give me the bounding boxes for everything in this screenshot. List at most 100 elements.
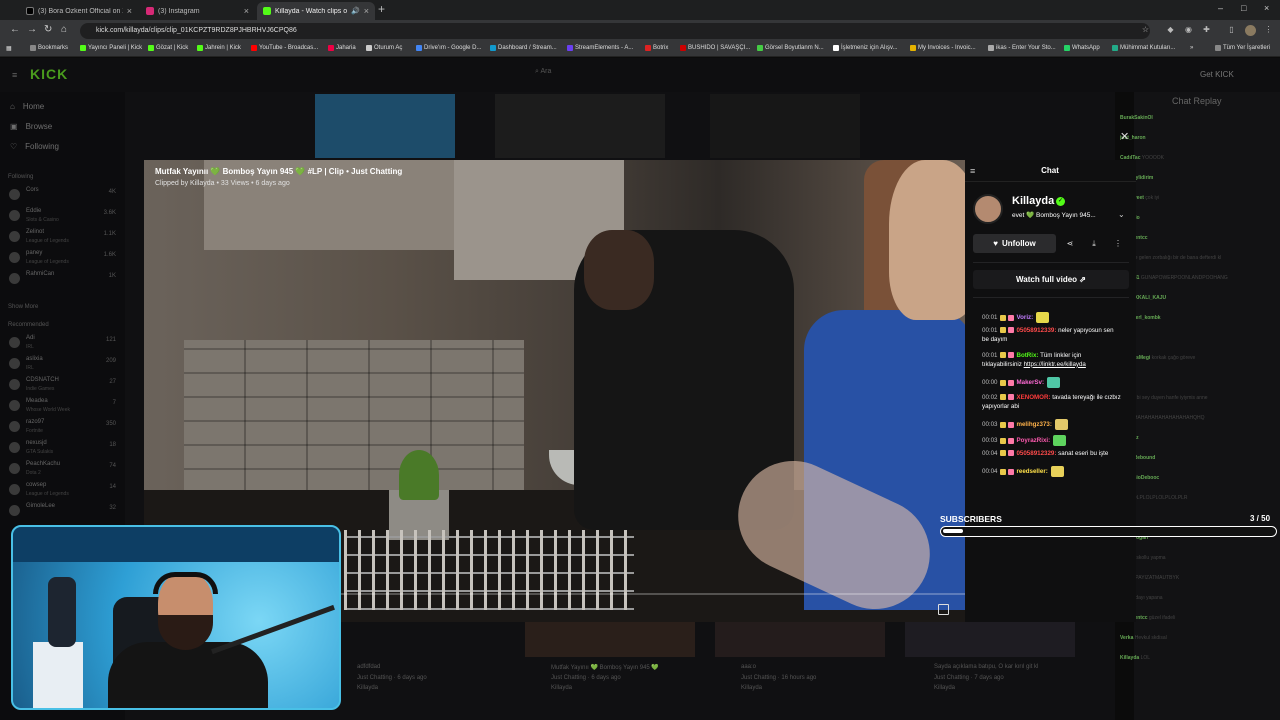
bookmark-item[interactable]: ikas - Enter Your Sto... bbox=[988, 45, 1056, 51]
bookmark-item[interactable]: Oturum Aç bbox=[366, 45, 402, 51]
close-tab-icon[interactable]: × bbox=[127, 6, 132, 16]
star-icon[interactable]: ☆ bbox=[1140, 25, 1151, 36]
hamburger-icon[interactable]: ≡ bbox=[12, 70, 17, 80]
message-username[interactable]: PoyrazRixi: bbox=[1016, 437, 1050, 444]
sidebar-following[interactable]: ♡ Following bbox=[10, 142, 59, 151]
message-link[interactable]: https://linktr.ee/killayda bbox=[1024, 361, 1086, 368]
share-icon[interactable]: ⋖ bbox=[1061, 235, 1079, 252]
close-tab-icon[interactable]: × bbox=[244, 6, 249, 16]
bookmark-item[interactable]: Görsel Boyutlanm N... bbox=[757, 45, 824, 51]
sidebar-channel[interactable]: GimoleLee 32 bbox=[8, 502, 120, 524]
bookmark-item[interactable]: WhatsApp bbox=[1064, 45, 1100, 51]
kebab-menu-icon[interactable]: ⋮ bbox=[1263, 25, 1274, 36]
bookmark-item[interactable]: Mühimmat Kutuları... bbox=[1112, 45, 1175, 51]
bg-card-title[interactable]: aaa:o bbox=[741, 664, 756, 670]
message-username[interactable]: 05058912339: bbox=[1016, 327, 1056, 334]
browser-tab-0[interactable]: (3) Bora Özkent Official on X: " × bbox=[20, 2, 138, 20]
bookmark-item[interactable]: Bookmarks bbox=[30, 45, 68, 51]
search-input[interactable]: ⌕ Ara bbox=[535, 68, 725, 82]
sidebar-channel[interactable]: CDSNATCH Indie Games 27 bbox=[8, 376, 120, 398]
sidebar-channel[interactable]: RahmiCan 1K bbox=[8, 270, 120, 292]
bookmark-item[interactable]: Dashboard / Stream... bbox=[490, 45, 557, 51]
browser-tab-1[interactable]: (3) Instagram × bbox=[140, 2, 255, 20]
bg-card-title[interactable]: Sayda açıklama batıpu, O kar kırıl git k… bbox=[934, 664, 1038, 670]
bookmark-item[interactable]: BUSHIDO | SAVAŞÇI... bbox=[680, 45, 750, 51]
bookmark-item[interactable]: Gözat | Kick bbox=[148, 45, 188, 51]
speaker-icon[interactable]: 🔊 bbox=[351, 7, 360, 15]
all-bookmarks[interactable]: Tüm Yer İşaretleri bbox=[1215, 45, 1270, 51]
divider bbox=[973, 297, 1129, 298]
more-bookmarks-icon[interactable]: » bbox=[1190, 45, 1193, 51]
bookmark-item[interactable]: Drive'ım - Google D... bbox=[416, 45, 482, 51]
sidebar-channel[interactable]: cowsep League of Legends 14 bbox=[8, 481, 120, 503]
close-tab-icon[interactable]: × bbox=[364, 6, 369, 16]
message-username[interactable]: Voriz: bbox=[1016, 314, 1033, 321]
maximize-icon[interactable]: □ bbox=[1241, 3, 1246, 13]
more-options-icon[interactable]: ⋮ bbox=[1109, 235, 1127, 252]
fullscreen-icon[interactable] bbox=[938, 604, 949, 615]
reload-icon[interactable]: ↻ bbox=[44, 24, 52, 35]
unfollow-button[interactable]: ♥ Unfollow bbox=[973, 234, 1056, 253]
bookmark-item[interactable]: StreamElements - A... bbox=[567, 45, 633, 51]
bookmark-item[interactable]: Botrix bbox=[645, 45, 668, 51]
sidebar-channel[interactable]: razo97 Fortnite 350 bbox=[8, 418, 120, 440]
new-tab-button[interactable]: + bbox=[378, 2, 385, 16]
badge-icon bbox=[1000, 352, 1007, 359]
sidebar-channel[interactable]: Adi IRL 121 bbox=[8, 334, 120, 356]
sidebar-channel[interactable]: paney League of Legends 1.6K bbox=[8, 249, 120, 271]
sidebar-channel[interactable]: PeachKachu Dota 2 74 bbox=[8, 460, 120, 482]
bookmark-item[interactable]: Yayıncı Paneli | Kick bbox=[80, 45, 142, 51]
sidebar-channel[interactable]: nexusjd GTA Sulakis 18 bbox=[8, 439, 120, 461]
bookmark-item[interactable]: Jaharia bbox=[328, 45, 356, 51]
close-modal-icon[interactable]: ✕ bbox=[1120, 130, 1129, 143]
bookmark-item[interactable]: Jahrein | Kick bbox=[197, 45, 241, 51]
bg-card-title[interactable]: Mutfak Yayınıı 💚 Bomboş Yayın 945 💚 bbox=[551, 664, 659, 671]
sidepanel-icon[interactable]: ▯ bbox=[1226, 25, 1237, 36]
sidebar-channel[interactable]: aslixia IRL 209 bbox=[8, 355, 120, 377]
bookmark-item[interactable]: My Invoices - Invoic... bbox=[910, 45, 976, 51]
bg-card-channel[interactable]: Killayda bbox=[741, 685, 762, 691]
back-icon[interactable]: ← bbox=[10, 24, 20, 35]
message-username[interactable]: melihgz373: bbox=[1016, 421, 1051, 428]
channel-name[interactable]: Killayda bbox=[1012, 195, 1054, 207]
message-username[interactable]: 05058912329: bbox=[1016, 450, 1056, 457]
bg-card-channel[interactable]: Killayda bbox=[934, 685, 955, 691]
bg-card-title[interactable]: adfdfdad bbox=[357, 664, 380, 670]
bookmark-item[interactable]: YouTube - Broadcas... bbox=[251, 45, 318, 51]
minimize-icon[interactable]: – bbox=[1218, 3, 1223, 13]
extension-icon[interactable]: ◆ bbox=[1165, 25, 1176, 36]
badge-icon bbox=[1000, 394, 1007, 401]
extension-icon[interactable]: ◉ bbox=[1183, 25, 1194, 36]
message-username[interactable]: BotRix: bbox=[1016, 352, 1038, 359]
show-more-link[interactable]: Show More bbox=[8, 304, 38, 310]
bookmark-item[interactable]: İşletmeniz için Alışv... bbox=[833, 45, 898, 51]
sidebar-channel[interactable]: Meadea Whose World Week 7 bbox=[8, 397, 120, 419]
sidebar-channel[interactable]: Cors 4K bbox=[8, 186, 120, 208]
message-username[interactable]: reedseller: bbox=[1016, 468, 1047, 475]
chat-message: 00:01 BotRix: Tüm linkler için tıklayabil… bbox=[982, 352, 1122, 369]
watch-full-video-button[interactable]: Watch full video ⇗ bbox=[973, 270, 1129, 289]
channel-avatar[interactable] bbox=[973, 194, 1003, 224]
message-username[interactable]: XENOMOR: bbox=[1016, 394, 1050, 401]
kick-logo[interactable]: KICK bbox=[30, 66, 68, 82]
puzzle-icon[interactable]: ✚ bbox=[1201, 25, 1212, 36]
sidebar-channel[interactable]: Zelinot League of Legends 1.1K bbox=[8, 228, 120, 250]
close-window-icon[interactable]: × bbox=[1264, 3, 1269, 13]
chevron-down-icon[interactable]: ⌄ bbox=[1118, 210, 1125, 219]
home-icon[interactable]: ⌂ bbox=[61, 24, 67, 35]
url-field[interactable]: kick.com/killayda/clips/clip_01KCPZT9RDZ… bbox=[80, 23, 1150, 39]
sidebar-browse[interactable]: ▣ Browse bbox=[10, 122, 52, 131]
sidebar-channel[interactable]: Eddie Slots & Casino 3.6K bbox=[8, 207, 120, 229]
sidebar-home[interactable]: ⌂ Home bbox=[10, 102, 44, 111]
download-icon[interactable]: ⤓ bbox=[1085, 235, 1103, 252]
bg-card-channel[interactable]: Killayda bbox=[357, 685, 378, 691]
apps-icon[interactable]: ▦ bbox=[6, 45, 12, 52]
get-kick-button[interactable]: Get KICK bbox=[1200, 70, 1234, 79]
browser-tab-2[interactable]: Killayda - Watch clips on Ki 🔊 × bbox=[257, 2, 375, 20]
profile-avatar[interactable] bbox=[1245, 25, 1256, 36]
forward-icon[interactable]: → bbox=[27, 24, 37, 35]
message-username[interactable]: MakerSv: bbox=[1016, 379, 1044, 386]
bg-card-channel[interactable]: Killayda bbox=[551, 685, 572, 691]
collapse-chat-icon[interactable]: ≡ bbox=[970, 166, 975, 176]
viewer-count: 18 bbox=[109, 442, 116, 448]
